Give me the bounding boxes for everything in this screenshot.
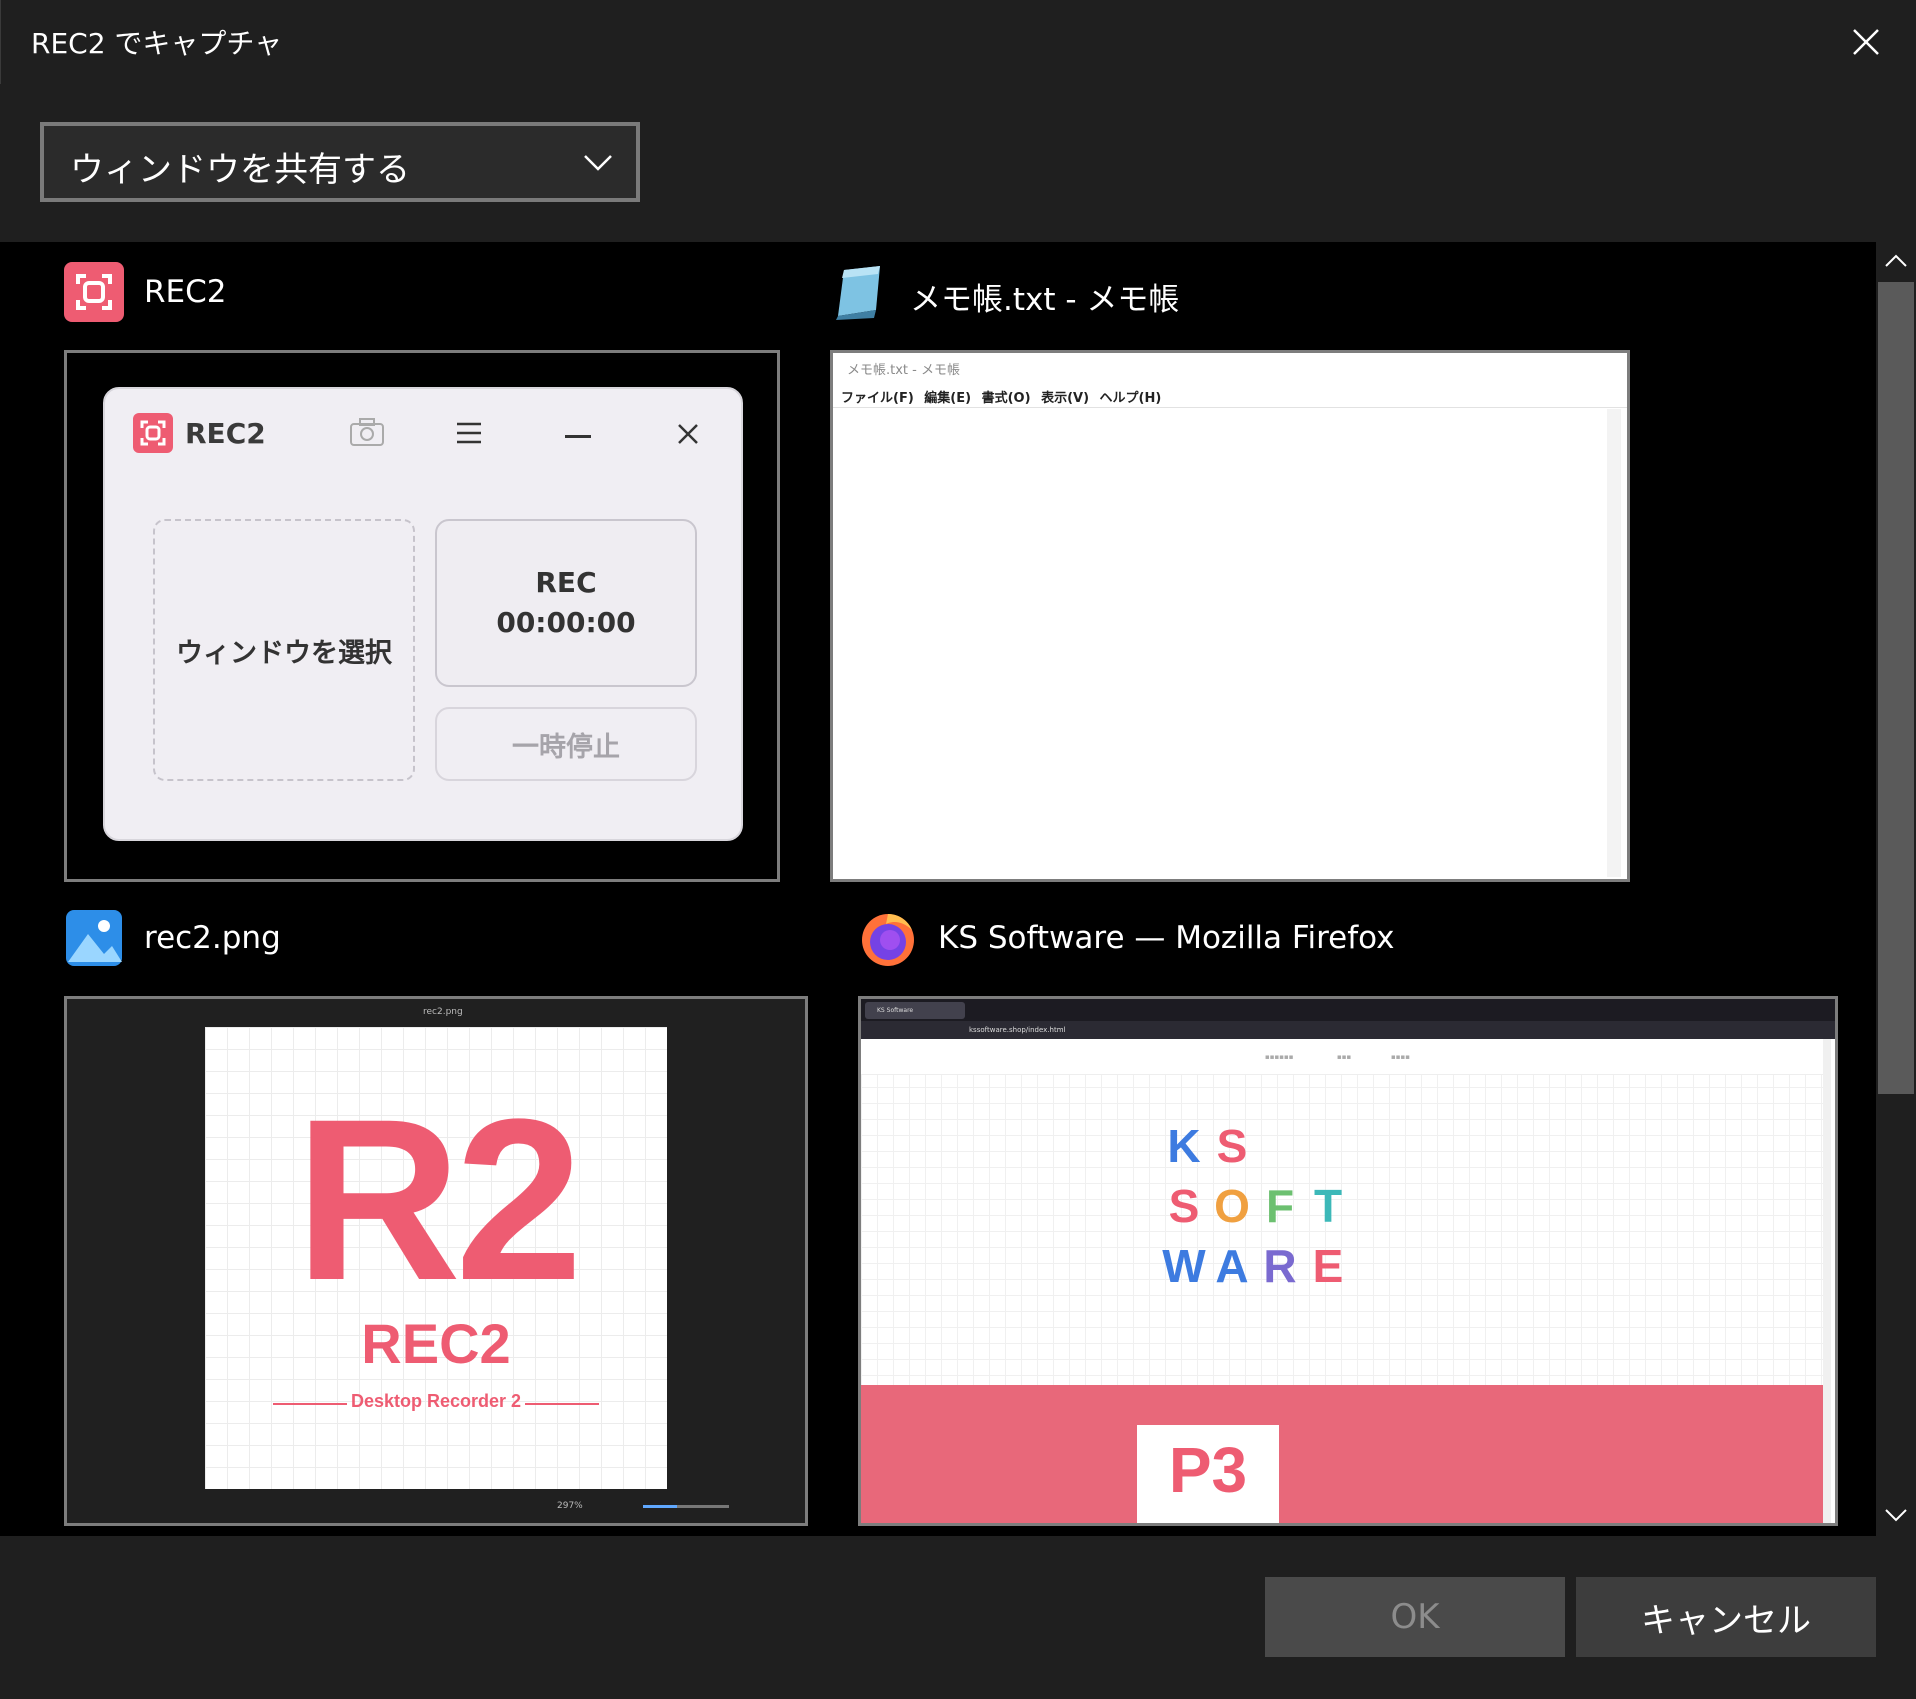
cancel-button[interactable]: キャンセル [1576,1577,1876,1657]
window-card-notepad[interactable]: メモ帳.txt - メモ帳 メモ帳.txt - メモ帳 ファイル(F) 編集(E… [830,262,1630,882]
site-nav-item: ▪▪▪▪▪▪ [1265,1053,1294,1061]
menu-file: ファイル(F) [841,391,914,406]
zoom-slider [643,1505,729,1508]
hamburger-menu-icon [457,422,481,444]
logo-sub-text: Desktop Recorder 2 [350,1391,522,1411]
window-card-header: KS Software — Mozilla Firefox [858,908,1838,972]
notepad-scrollbar [1607,409,1621,877]
window-preview: KS Software kssoftware.shop/index.html ▪… [858,996,1838,1526]
photos-toolbar: rec2.png [67,999,805,1027]
window-card-header: rec2.png [64,908,810,972]
divider [833,407,1627,408]
logo-letter: S [1216,1120,1248,1172]
dialog-titlebar: REC2 でキャプチャ [0,0,1916,84]
zoom-level: 297% [557,1501,583,1511]
notepad-menubar: ファイル(F) 編集(E) 書式(O) 表示(V) ヘルプ(H) [841,387,1167,406]
notepad-preview: メモ帳.txt - メモ帳 ファイル(F) 編集(E) 書式(O) 表示(V) … [833,353,1627,879]
window-card-title: メモ帳.txt - メモ帳 [910,282,1180,318]
rec-label: REC [535,566,597,599]
photo-canvas: R2 REC2 Desktop Recorder 2 [205,1027,667,1491]
rec2-logo-icon [133,413,173,453]
window-card-rec2[interactable]: REC2 REC2 ウィンドウを選択 REC 00:00:00 一時停止 [64,262,784,882]
scrollbar-thumb[interactable] [1878,282,1914,1094]
window-card-header: メモ帳.txt - メモ帳 [830,262,1630,326]
product-card: P3 [1137,1425,1279,1523]
select-window-area: ウィンドウを選択 [153,519,415,781]
menu-format: 書式(O) [981,391,1031,406]
window-card-firefox[interactable]: KS Software — Mozilla Firefox KS Softwar… [858,908,1838,1526]
rec2-app-name: REC2 [185,417,266,450]
scroll-up-icon[interactable] [1882,250,1910,274]
divider [525,1403,599,1405]
site-nav-item: ▪▪▪▪ [1391,1053,1410,1061]
logo-big-text: R2 [294,1071,583,1328]
menu-edit: 編集(E) [924,391,972,406]
rec2-app-icon [64,262,124,322]
logo-letter: T [1313,1180,1343,1232]
logo-letter: S [1168,1180,1200,1232]
window-card-title: rec2.png [144,920,281,956]
logo-letter: W [1162,1240,1206,1292]
firefox-tabbar: KS Software [861,999,1835,1021]
close-icon[interactable] [1846,22,1886,62]
rec-button: REC 00:00:00 [435,519,697,687]
logo-letter: A [1215,1240,1249,1292]
menu-help: ヘルプ(H) [1099,391,1162,406]
window-preview: メモ帳.txt - メモ帳 ファイル(F) 編集(E) 書式(O) 表示(V) … [830,350,1630,882]
capture-mode-dropdown[interactable]: ウィンドウを共有する [40,122,640,202]
site-nav-item: ▪▪▪ [1337,1053,1352,1061]
logo-letter: R [1263,1240,1297,1292]
notepad-window-title: メモ帳.txt - メモ帳 [847,363,960,378]
close-icon [678,424,698,444]
menu-view: 表示(V) [1041,391,1090,406]
logo-letter: E [1312,1240,1344,1292]
rec-timer: 00:00:00 [496,606,636,639]
scroll-down-icon[interactable] [1882,1502,1910,1526]
photos-icon [66,910,122,966]
notepad-icon [836,266,880,320]
browser-tab: KS Software [865,1002,965,1019]
logo-mid-text: REC2 [361,1312,511,1375]
zoom-slider-fill [643,1505,678,1508]
grid-scrollbar[interactable] [1876,242,1916,1536]
logo-letter: F [1265,1180,1295,1232]
camera-icon [350,418,384,446]
site-nav: ▪▪▪▪▪▪ ▪▪▪ ▪▪▪▪ [861,1039,1829,1075]
window-preview: rec2.png R2 REC2 Desktop Recorder 2 297% [64,996,808,1526]
logo-letter: K [1167,1120,1201,1172]
firefox-preview: KS Software kssoftware.shop/index.html ▪… [861,999,1835,1523]
chevron-down-icon [584,155,612,171]
window-card-header: REC2 [64,262,784,326]
ok-button[interactable]: OK [1265,1577,1565,1657]
capture-mode-value: ウィンドウを共有する [70,150,410,190]
firefox-navbar: kssoftware.shop/index.html [861,1021,1835,1039]
window-preview: REC2 ウィンドウを選択 REC 00:00:00 一時停止 [64,350,780,882]
photos-preview: rec2.png R2 REC2 Desktop Recorder 2 297% [67,999,805,1523]
window-card-title: REC2 [144,274,227,310]
pause-button: 一時停止 [435,707,697,781]
minimize-icon [565,435,591,438]
dialog-title: REC2 でキャプチャ [31,27,283,60]
logo-letter: O [1214,1180,1250,1232]
rec2-preview-panel: REC2 ウィンドウを選択 REC 00:00:00 一時停止 [103,387,743,841]
address-bar: kssoftware.shop/index.html [969,1026,1066,1034]
photos-file-name: rec2.png [423,1007,463,1017]
window-card-photos[interactable]: rec2.png rec2.png R2 REC2 Desktop Record… [64,908,810,1526]
window-card-title: KS Software — Mozilla Firefox [938,920,1395,956]
page-scrollbar [1823,1039,1831,1523]
photos-statusbar: 297% [67,1489,805,1523]
web-page: ▪▪▪▪▪▪ ▪▪▪ ▪▪▪▪ P3 KSSOFT WARE [861,1039,1829,1523]
window-grid: REC2 REC2 ウィンドウを選択 REC 00:00:00 一時停止 メモ帳… [0,242,1876,1536]
product-section: P3 [861,1385,1829,1523]
firefox-icon [862,914,914,966]
